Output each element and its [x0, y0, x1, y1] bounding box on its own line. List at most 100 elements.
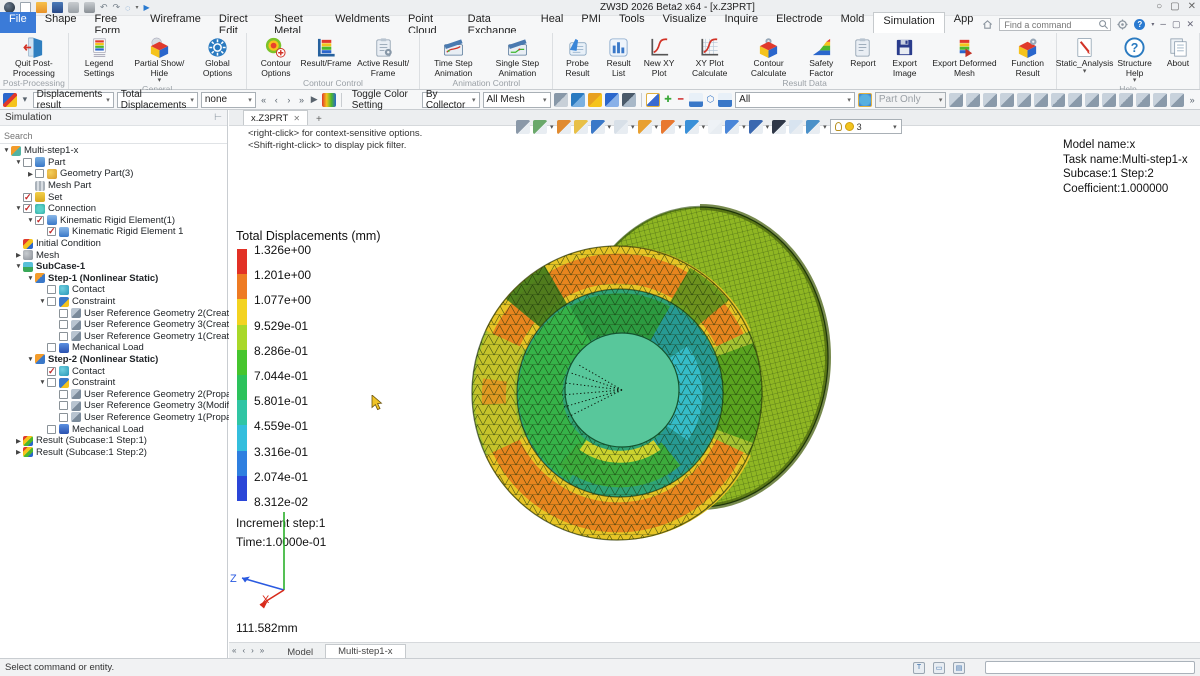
- view-top-icon[interactable]: [1000, 93, 1014, 107]
- quit-post-processing-button[interactable]: Quit Post-Processing: [2, 35, 66, 78]
- tree-checkbox[interactable]: [47, 297, 56, 306]
- tree-expander-icon[interactable]: ▼: [2, 147, 11, 154]
- tree-checkbox[interactable]: [47, 285, 56, 294]
- function-result-button[interactable]: Function Result: [1001, 35, 1053, 78]
- select-window-icon[interactable]: [689, 93, 703, 107]
- tree-expander-icon[interactable]: ▼: [14, 205, 23, 212]
- tree-checkbox[interactable]: [59, 320, 68, 329]
- history-icon[interactable]: [1136, 93, 1150, 107]
- sheet-tab-model[interactable]: Model: [275, 646, 325, 659]
- report-button[interactable]: Report: [844, 35, 882, 69]
- select-add-icon[interactable]: ✚: [663, 92, 673, 108]
- help-caret-icon[interactable]: ▾: [1151, 21, 1154, 28]
- tree-item-user-reference-geometry-2-propagated[interactable]: User Reference Geometry 2(Propagated): [0, 388, 227, 400]
- single-step-animation-button[interactable]: Single Step Animation: [484, 35, 550, 78]
- chevron-down-icon[interactable]: ▾: [678, 123, 682, 131]
- settings-gear-icon[interactable]: [1117, 19, 1128, 30]
- tree-item-constraint[interactable]: ▼Constraint: [0, 296, 227, 308]
- play-animation-icon[interactable]: ▶: [309, 92, 319, 108]
- tree-item-step-1-nonlinear-static[interactable]: ▼Step-1 (Nonlinear Static): [0, 273, 227, 285]
- contour-options-button[interactable]: Contour Options: [249, 35, 304, 78]
- record-icon[interactable]: [1170, 93, 1184, 107]
- last-sheet-icon[interactable]: »: [257, 646, 267, 655]
- tree-item-connection[interactable]: ▼Connection: [0, 203, 227, 215]
- last-frame-icon[interactable]: »: [297, 92, 307, 108]
- pick-cursor-icon[interactable]: [646, 93, 660, 107]
- find-command-input[interactable]: [999, 18, 1111, 31]
- tree-checkbox[interactable]: [35, 216, 44, 225]
- prev-frame-icon[interactable]: ‹: [271, 92, 281, 108]
- notes-icon[interactable]: [1068, 93, 1082, 107]
- tree-item-set[interactable]: Set: [0, 191, 227, 203]
- tree-item-initial-condition[interactable]: Initial Condition: [0, 238, 227, 250]
- doc-restore-icon[interactable]: ▢: [1172, 19, 1181, 30]
- dropdown-caret-icon[interactable]: ▾: [1083, 69, 1087, 75]
- tree-expander-icon[interactable]: ▼: [26, 356, 35, 363]
- tree-item-mesh[interactable]: ▶Mesh: [0, 249, 227, 261]
- shade-sphere-icon[interactable]: [571, 93, 585, 107]
- chevron-down-icon[interactable]: ▾: [655, 123, 659, 131]
- time-step-animation-button[interactable]: Time Step Animation: [422, 35, 484, 78]
- erase-icon[interactable]: [557, 120, 571, 134]
- tree-item-user-reference-geometry-1-created[interactable]: User Reference Geometry 1(Created): [0, 331, 227, 343]
- tree-expander-icon[interactable]: ▶: [14, 448, 23, 456]
- app-restore-icon[interactable]: ▢: [1170, 1, 1179, 12]
- contour-calculate-button[interactable]: Contour Calculate: [739, 35, 799, 78]
- select-polygon-icon[interactable]: ⬡: [706, 92, 716, 108]
- window-mode-icon[interactable]: [789, 120, 803, 134]
- section-view-icon[interactable]: [725, 120, 739, 134]
- images-icon[interactable]: [1119, 93, 1133, 107]
- chevron-down-icon[interactable]: ▾: [742, 123, 746, 131]
- chevron-down-icon[interactable]: ▾: [766, 123, 770, 131]
- chevron-down-icon[interactable]: ▾: [631, 123, 635, 131]
- background-icon[interactable]: [772, 120, 786, 134]
- component-select[interactable]: Total Displacements▾: [117, 92, 198, 108]
- tree-checkbox[interactable]: [59, 332, 68, 341]
- app-minimize-icon[interactable]: ○: [1156, 1, 1162, 12]
- about-button[interactable]: About: [1159, 35, 1197, 69]
- view-right-icon[interactable]: [1017, 93, 1031, 107]
- safety-factor-button[interactable]: Safety Factor: [799, 35, 844, 78]
- home-icon[interactable]: [982, 19, 993, 30]
- frame-select[interactable]: none▾: [201, 92, 256, 108]
- tree-checkbox[interactable]: [59, 309, 68, 318]
- chevron-down-icon[interactable]: ▾: [823, 123, 827, 131]
- tree-checkbox[interactable]: [23, 193, 32, 202]
- export-deformed-mesh-button[interactable]: Export Deformed Mesh: [927, 35, 1001, 78]
- tree-checkbox[interactable]: [47, 367, 56, 376]
- link-icon[interactable]: [966, 93, 980, 107]
- tree-item-multi-step1-x[interactable]: ▼Multi-step1-x: [0, 145, 227, 157]
- tree-item-part[interactable]: ▼Part: [0, 157, 227, 169]
- display-icon[interactable]: ▭: [933, 662, 945, 674]
- tree-checkbox[interactable]: [47, 343, 56, 352]
- sheet-tab-multi-step1-x[interactable]: Multi-step1-x: [325, 644, 405, 659]
- lights-dropdown[interactable]: 3▾: [830, 119, 902, 134]
- collector-select[interactable]: By Collector▾: [422, 92, 480, 108]
- swap-icon[interactable]: [949, 93, 963, 107]
- tree-search-input[interactable]: [0, 130, 227, 144]
- lock-icon[interactable]: [638, 120, 652, 134]
- chevron-down-icon[interactable]: ▾: [550, 123, 554, 131]
- text-info-icon[interactable]: T: [913, 662, 925, 674]
- result-frame-mini-icon[interactable]: [3, 93, 17, 107]
- tree-item-mechanical-load[interactable]: Mechanical Load: [0, 423, 227, 435]
- search-icon[interactable]: [1098, 19, 1109, 30]
- planes-icon[interactable]: [605, 93, 619, 107]
- tree-expander-icon[interactable]: ▼: [26, 217, 35, 224]
- tree-expander-icon[interactable]: ▼: [26, 275, 35, 282]
- tree-expander-icon[interactable]: ▼: [38, 298, 47, 305]
- tree-checkbox[interactable]: [35, 169, 44, 178]
- tree-item-mesh-part[interactable]: Mesh Part: [0, 180, 227, 192]
- tree-item-result-subcase-1-step-2[interactable]: ▶Result (Subcase:1 Step:2): [0, 446, 227, 458]
- tree-checkbox[interactable]: [59, 413, 68, 422]
- tree-checkbox[interactable]: [23, 204, 32, 213]
- document-tab[interactable]: x.Z3PRT ✕: [243, 110, 308, 125]
- tree-checkbox[interactable]: [23, 158, 32, 167]
- view-cube-icon[interactable]: [591, 120, 605, 134]
- result-list-button[interactable]: Result List: [600, 35, 638, 78]
- new-xy-plot-button[interactable]: New XY Plot: [638, 35, 681, 78]
- xy-plot-calculate-button[interactable]: XY Plot Calculate: [681, 35, 739, 78]
- static-analysis-button[interactable]: Static_Analysis▾: [1059, 35, 1110, 75]
- annotate-icon[interactable]: [1051, 93, 1065, 107]
- filter-grid-icon[interactable]: [554, 93, 568, 107]
